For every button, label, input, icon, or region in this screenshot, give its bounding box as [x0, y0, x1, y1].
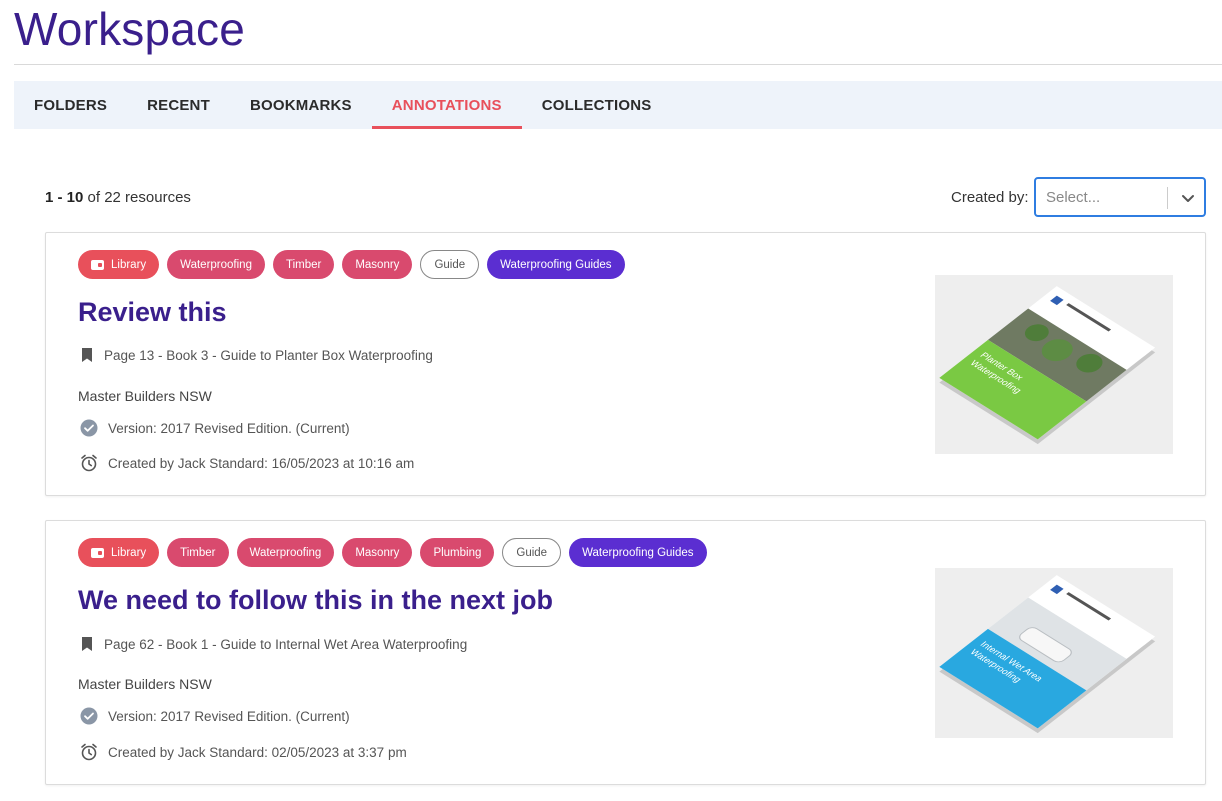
- tag-collection[interactable]: Waterproofing Guides: [569, 538, 707, 567]
- tag-topic[interactable]: Waterproofing: [236, 538, 335, 567]
- chevron-down-icon[interactable]: [1180, 190, 1196, 206]
- bookmark-icon: [82, 637, 92, 651]
- tag-label: Library: [111, 258, 147, 271]
- tag-guide[interactable]: Guide: [420, 250, 480, 279]
- tag-topic[interactable]: Timber: [272, 250, 335, 279]
- version-text: Version: 2017 Revised Edition. (Current): [108, 420, 350, 436]
- created-by-placeholder: Select...: [1046, 189, 1101, 206]
- title-divider: [14, 64, 1222, 65]
- created-row: Created by Jack Standard: 02/05/2023 at …: [80, 743, 407, 761]
- tag-guide[interactable]: Guide: [502, 538, 562, 567]
- annotation-card[interactable]: Library Waterproofing Timber Masonry Gui…: [45, 232, 1206, 496]
- check-circle-icon: [80, 419, 98, 437]
- results-count: 1 - 10 of 22 resources: [45, 189, 191, 206]
- bookmark-location: Page 62 - Book 1 - Guide to Internal Wet…: [104, 636, 468, 652]
- tab-collections[interactable]: COLLECTIONS: [522, 81, 672, 129]
- tab-bar: FOLDERS RECENT BOOKMARKS ANNOTATIONS COL…: [14, 81, 1222, 129]
- book-cover-image: Planter Box Waterproofing: [939, 286, 1156, 445]
- tab-bookmarks[interactable]: BOOKMARKS: [230, 81, 372, 129]
- book-cover-image: Internal Wet Area Waterproofing: [939, 575, 1156, 734]
- tab-recent[interactable]: RECENT: [127, 81, 230, 129]
- tag-library[interactable]: Library: [78, 250, 160, 279]
- check-circle-icon: [80, 707, 98, 725]
- tag-topic[interactable]: Waterproofing: [167, 250, 265, 279]
- tag-collection[interactable]: Waterproofing Guides: [487, 250, 625, 279]
- book-cover-thumbnail[interactable]: Internal Wet Area Waterproofing: [935, 568, 1173, 738]
- created-by-label: Created by:: [951, 189, 1029, 206]
- version-row: Version: 2017 Revised Edition. (Current): [80, 707, 350, 725]
- created-text: Created by Jack Standard: 02/05/2023 at …: [108, 744, 407, 760]
- annotation-card[interactable]: Library Timber Waterproofing Masonry Plu…: [45, 520, 1206, 785]
- publisher-name: Master Builders NSW: [78, 388, 212, 404]
- tag-topic[interactable]: Timber: [167, 538, 229, 567]
- book-cover-thumbnail[interactable]: Planter Box Waterproofing: [935, 275, 1173, 454]
- results-total: of 22 resources: [83, 189, 191, 206]
- alarm-clock-icon: [81, 454, 97, 472]
- tag-list: Library Timber Waterproofing Masonry Plu…: [78, 538, 707, 567]
- tag-topic[interactable]: Masonry: [342, 538, 413, 567]
- bookmark-row[interactable]: Page 13 - Book 3 - Guide to Planter Box …: [80, 347, 433, 363]
- tab-folders[interactable]: FOLDERS: [14, 81, 127, 129]
- card-title[interactable]: Review this: [78, 297, 227, 328]
- created-by-select[interactable]: Select...: [1034, 177, 1206, 217]
- tag-label: Library: [111, 546, 147, 559]
- select-divider: [1167, 187, 1168, 209]
- publisher-name: Master Builders NSW: [78, 676, 212, 692]
- tab-annotations[interactable]: ANNOTATIONS: [371, 81, 522, 129]
- alarm-clock-icon: [81, 743, 97, 761]
- created-row: Created by Jack Standard: 16/05/2023 at …: [80, 454, 414, 472]
- bookmark-row[interactable]: Page 62 - Book 1 - Guide to Internal Wet…: [80, 636, 467, 652]
- page-title: Workspace: [14, 3, 246, 55]
- tag-library[interactable]: Library: [78, 538, 160, 567]
- version-row: Version: 2017 Revised Edition. (Current): [80, 419, 350, 437]
- results-range: 1 - 10: [45, 189, 84, 206]
- bookmark-location: Page 13 - Book 3 - Guide to Planter Box …: [104, 347, 433, 363]
- tag-topic[interactable]: Masonry: [342, 250, 413, 279]
- tag-topic[interactable]: Plumbing: [420, 538, 495, 567]
- library-icon: [91, 259, 104, 270]
- version-text: Version: 2017 Revised Edition. (Current): [108, 708, 350, 724]
- created-text: Created by Jack Standard: 16/05/2023 at …: [108, 455, 415, 471]
- bookmark-icon: [82, 348, 92, 362]
- tag-list: Library Waterproofing Timber Masonry Gui…: [78, 250, 625, 279]
- card-title[interactable]: We need to follow this in the next job: [78, 585, 553, 616]
- library-icon: [91, 547, 104, 558]
